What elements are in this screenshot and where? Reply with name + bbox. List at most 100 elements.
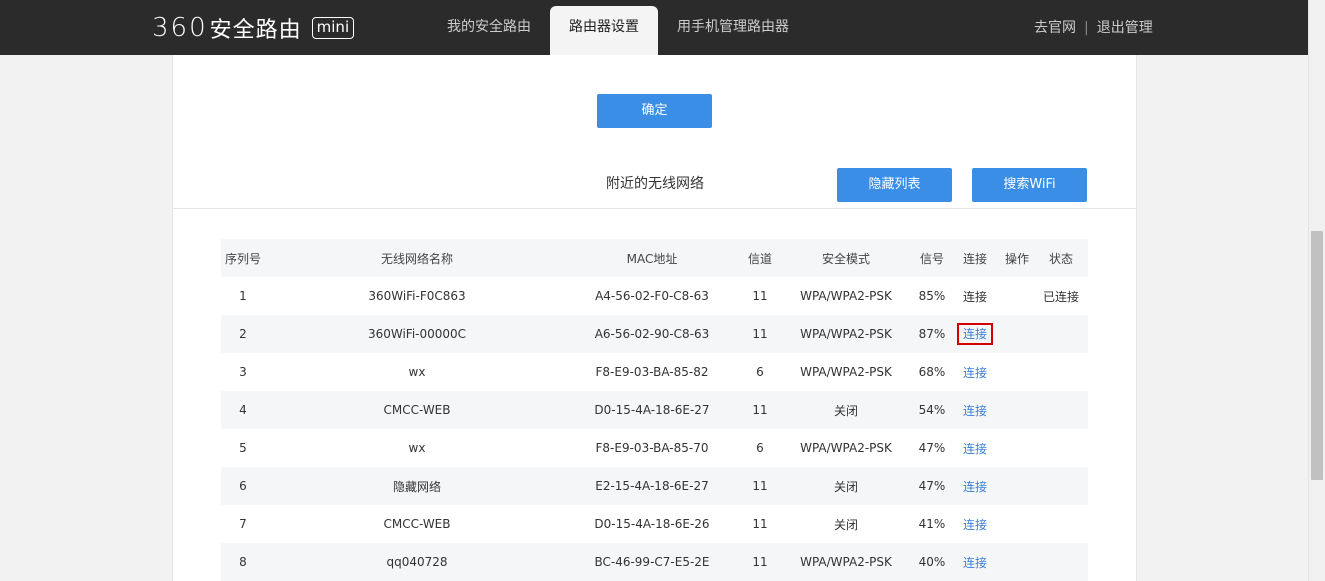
connect-link[interactable]: 连接 [963,480,987,494]
page-scrollbar[interactable] [1308,0,1325,581]
row-mac: A4-56-02-F0-C8-63 [595,289,709,303]
row-signal: 40% [918,555,946,569]
row-mac: BC-46-99-C7-E5-2E [594,555,710,569]
connect-link[interactable]: 连接 [963,556,987,570]
row-channel: 11 [752,327,768,341]
row-connect: 连接 [957,440,993,457]
row-index: 7 [239,517,247,531]
table-row: 2 360WiFi-00000C A6-56-02-90-C8-63 11 WPA/WP… [221,315,1088,353]
header-connect: 连接 [962,251,987,266]
header-security: 安全模式 [821,251,870,266]
row-channel: 11 [752,403,768,417]
row-network-name: CMCC-WEB [383,517,451,531]
row-status: 已连接 [1042,289,1079,304]
row-signal: 47% [918,479,946,493]
row-index: 5 [239,441,247,455]
row-mac: A6-56-02-90-C8-63 [594,327,710,341]
official-site-link[interactable]: 去官网 [1034,0,1076,55]
confirm-button[interactable]: 确定 [597,94,712,128]
row-index: 3 [239,365,247,379]
header-name: 无线网络名称 [380,251,453,266]
header-operation: 操作 [1004,251,1029,266]
row-mac: E2-15-4A-18-6E-27 [595,479,709,493]
row-security: 关闭 [833,403,858,418]
table-body: 1 360WiFi-F0C863 A4-56-02-F0-C8-63 11 WPA/WP… [221,277,1088,581]
row-network-name: CMCC-WEB [383,403,451,417]
header-index: 序列号 [225,251,262,266]
row-network-name: wx [408,441,426,455]
connect-link[interactable]: 连接 [963,518,987,532]
row-index: 8 [239,555,247,569]
table-row: 1 360WiFi-F0C863 A4-56-02-F0-C8-63 11 WPA/WP… [221,277,1088,315]
settings-panel: 确定 附近的无线网络 隐藏列表 搜索WiFi 序列号 无线网络名称 MAC地址 … [172,55,1137,581]
table-row: 3 wx F8-E9-03-BA-85-82 6 WPA/WPA2-PSK 68% 连接 [221,353,1088,391]
hide-list-button[interactable]: 隐藏列表 [837,168,952,202]
connect-link[interactable]: 连接 [963,404,987,418]
link-separator: | [1084,20,1089,36]
row-connect: 连接 [957,323,994,345]
row-signal: 87% [918,327,946,341]
row-network-name: 360WiFi-F0C863 [368,289,466,303]
logo-number: 360 [152,13,208,43]
table-row: 5 wx F8-E9-03-BA-85-70 6 WPA/WPA2-PSK 47% 连接 [221,429,1088,467]
header-mac: MAC地址 [626,251,678,266]
tab-router-settings[interactable]: 路由器设置 [550,6,658,55]
row-channel: 11 [752,289,768,303]
row-connect: 连接 [957,402,993,419]
table-row: 7 CMCC-WEB D0-15-4A-18-6E-26 11 关闭 41% 连接 [221,505,1088,543]
row-signal: 54% [918,403,946,417]
row-network-name: 360WiFi-00000C [367,327,467,341]
connect-link[interactable]: 连接 [963,366,987,380]
row-channel: 6 [756,365,764,379]
top-links: 去官网 | 退出管理 [1034,0,1153,55]
nearby-networks-title: 附近的无线网络 [606,176,704,192]
row-security: WPA/WPA2-PSK [800,555,892,569]
row-index: 1 [239,289,247,303]
tab-my-router[interactable]: 我的安全路由 [428,0,550,55]
row-security: 关闭 [833,479,858,494]
row-security: WPA/WPA2-PSK [800,365,892,379]
table-row: 8 qq040728 BC-46-99-C7-E5-2E 11 WPA/WPA2-PSK… [221,543,1088,581]
row-mac: D0-15-4A-18-6E-26 [594,517,710,531]
scrollbar-thumb[interactable] [1311,231,1323,480]
row-mac: D0-15-4A-18-6E-27 [594,403,710,417]
row-network-name: qq040728 [386,555,448,569]
row-connect: 连接 [957,554,993,571]
row-connect: 连接 [957,288,993,305]
row-channel: 11 [752,555,768,569]
header-signal: 信号 [919,251,944,266]
row-signal: 41% [918,517,946,531]
header-status: 状态 [1048,251,1073,266]
connect-link[interactable]: 连接 [963,442,987,456]
logout-link[interactable]: 退出管理 [1097,0,1153,55]
row-security: WPA/WPA2-PSK [800,289,892,303]
wifi-networks-table: 序列号 无线网络名称 MAC地址 信道 安全模式 信号 连接 操作 状态 1 36… [221,239,1088,581]
row-channel: 6 [756,441,764,455]
tab-mobile-manage[interactable]: 用手机管理路由器 [658,0,808,55]
row-connect: 连接 [957,516,993,533]
row-index: 6 [239,479,247,493]
table-header-row: 序列号 无线网络名称 MAC地址 信道 安全模式 信号 连接 操作 状态 [221,239,1088,277]
row-connect: 连接 [957,478,993,495]
table-row: 4 CMCC-WEB D0-15-4A-18-6E-27 11 关闭 54% 连接 [221,391,1088,429]
row-mac: F8-E9-03-BA-85-82 [595,365,709,379]
connect-text: 连接 [962,289,987,304]
table-row: 6 隐藏网络 E2-15-4A-18-6E-27 11 关闭 47% 连接 [221,467,1088,505]
row-signal: 47% [918,441,946,455]
connect-link[interactable]: 连接 [957,323,994,345]
search-wifi-button[interactable]: 搜索WiFi [972,168,1087,202]
row-security: WPA/WPA2-PSK [800,327,892,341]
main-nav: 我的安全路由 路由器设置 用手机管理路由器 [428,0,808,55]
row-index: 2 [239,327,247,341]
logo[interactable]: 360 安全路由 mini [152,13,355,43]
row-signal: 85% [918,289,946,303]
row-mac: F8-E9-03-BA-85-70 [595,441,709,455]
section-divider [173,208,1136,209]
row-index: 4 [239,403,247,417]
row-network-name: wx [408,365,426,379]
row-channel: 11 [752,517,768,531]
header-channel: 信道 [747,251,772,266]
row-signal: 68% [918,365,946,379]
row-channel: 11 [752,479,768,493]
row-network-name: 隐藏网络 [392,479,441,494]
